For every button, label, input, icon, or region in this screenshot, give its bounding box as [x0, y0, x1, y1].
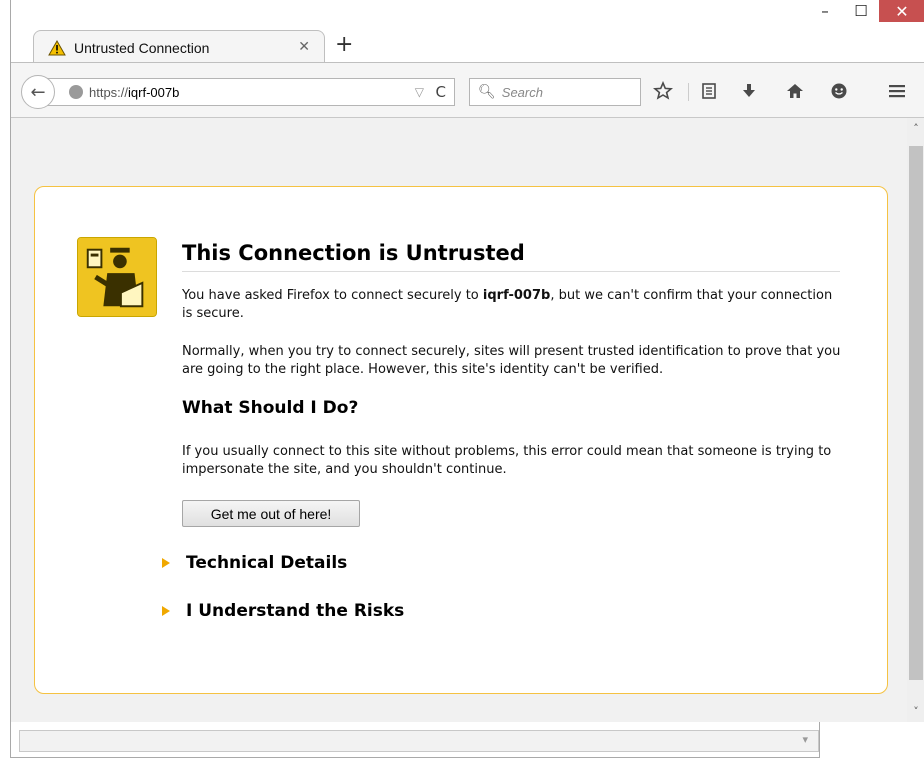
scroll-thumb[interactable] — [909, 146, 923, 680]
scroll-down-icon[interactable]: ˅ — [907, 705, 924, 718]
expand-triangle-icon — [162, 606, 170, 616]
technical-details-expander[interactable]: Technical Details — [162, 553, 347, 573]
url-dropdown-icon[interactable]: ▽ — [415, 85, 424, 99]
untrusted-certificate-icon — [77, 237, 157, 317]
warning-icon — [48, 39, 66, 55]
url-text[interactable]: https://iqrf-007b — [89, 85, 179, 100]
explanation-paragraph: Normally, when you try to connect secure… — [182, 344, 841, 377]
bottom-field[interactable]: ▾ — [19, 730, 819, 752]
menu-icon[interactable] — [887, 81, 907, 101]
maximize-button[interactable]: ☐ — [843, 0, 879, 22]
intro-paragraph: You have asked Firefox to connect secure… — [182, 287, 842, 323]
vertical-scrollbar[interactable]: ˄ ˅ — [907, 118, 924, 722]
url-host: iqrf-007b — [128, 84, 180, 100]
chevron-down-icon[interactable]: ▾ — [802, 733, 808, 746]
url-bar[interactable]: https://iqrf-007b ▽ C — [47, 78, 455, 106]
page-title: This Connection is Untrusted — [182, 241, 840, 272]
reading-list-icon[interactable] — [699, 81, 719, 101]
window-controls: – ☐ ✕ — [807, 0, 924, 30]
search-placeholder: Search — [501, 84, 543, 100]
toolbar-separator — [688, 83, 689, 101]
bookmark-star-icon[interactable] — [653, 81, 673, 101]
url-scheme: https:// — [89, 84, 129, 100]
tab-title: Untrusted Connection — [74, 39, 210, 56]
bottom-bar: ▾ — [10, 722, 820, 758]
intro-host: iqrf-007b — [482, 288, 551, 303]
page-content: This Connection is Untrusted You have as… — [11, 118, 907, 722]
reload-icon[interactable]: C — [436, 83, 446, 101]
search-icon: 🔍︎ — [478, 84, 496, 100]
get-me-out-button[interactable]: Get me out of here! — [182, 500, 360, 527]
title-bar: – ☐ ✕ Untrusted Connection ✕ + — [11, 0, 924, 64]
tab-close-icon[interactable]: ✕ — [298, 39, 310, 55]
intro-text-before: You have asked Firefox to connect secure… — [182, 288, 483, 303]
home-icon[interactable] — [785, 81, 805, 101]
minimize-button[interactable]: – — [807, 0, 843, 22]
advice-paragraph: If you usually connect to this site with… — [182, 444, 832, 477]
what-should-i-do-heading: What Should I Do? — [182, 398, 359, 418]
understand-risks-expander[interactable]: I Understand the Risks — [162, 601, 404, 621]
browser-window: – ☐ ✕ Untrusted Connection ✕ + https://i… — [10, 0, 924, 722]
globe-icon — [69, 85, 83, 99]
back-button[interactable]: ← — [21, 75, 55, 109]
hello-icon[interactable] — [829, 81, 849, 101]
close-window-button[interactable]: ✕ — [879, 0, 924, 22]
tab-untrusted-connection[interactable]: Untrusted Connection ✕ — [33, 30, 325, 64]
error-container: This Connection is Untrusted You have as… — [34, 186, 888, 694]
technical-details-label: Technical Details — [186, 553, 348, 573]
scroll-up-icon[interactable]: ˄ — [907, 122, 924, 135]
understand-risks-label: I Understand the Risks — [186, 601, 405, 621]
new-tab-button[interactable]: + — [335, 34, 353, 56]
downloads-icon[interactable] — [739, 81, 759, 101]
expand-triangle-icon — [162, 558, 170, 568]
navigation-toolbar: https://iqrf-007b ▽ C ← 🔍︎ Search — [11, 62, 924, 118]
search-input[interactable]: 🔍︎ Search — [469, 78, 641, 106]
